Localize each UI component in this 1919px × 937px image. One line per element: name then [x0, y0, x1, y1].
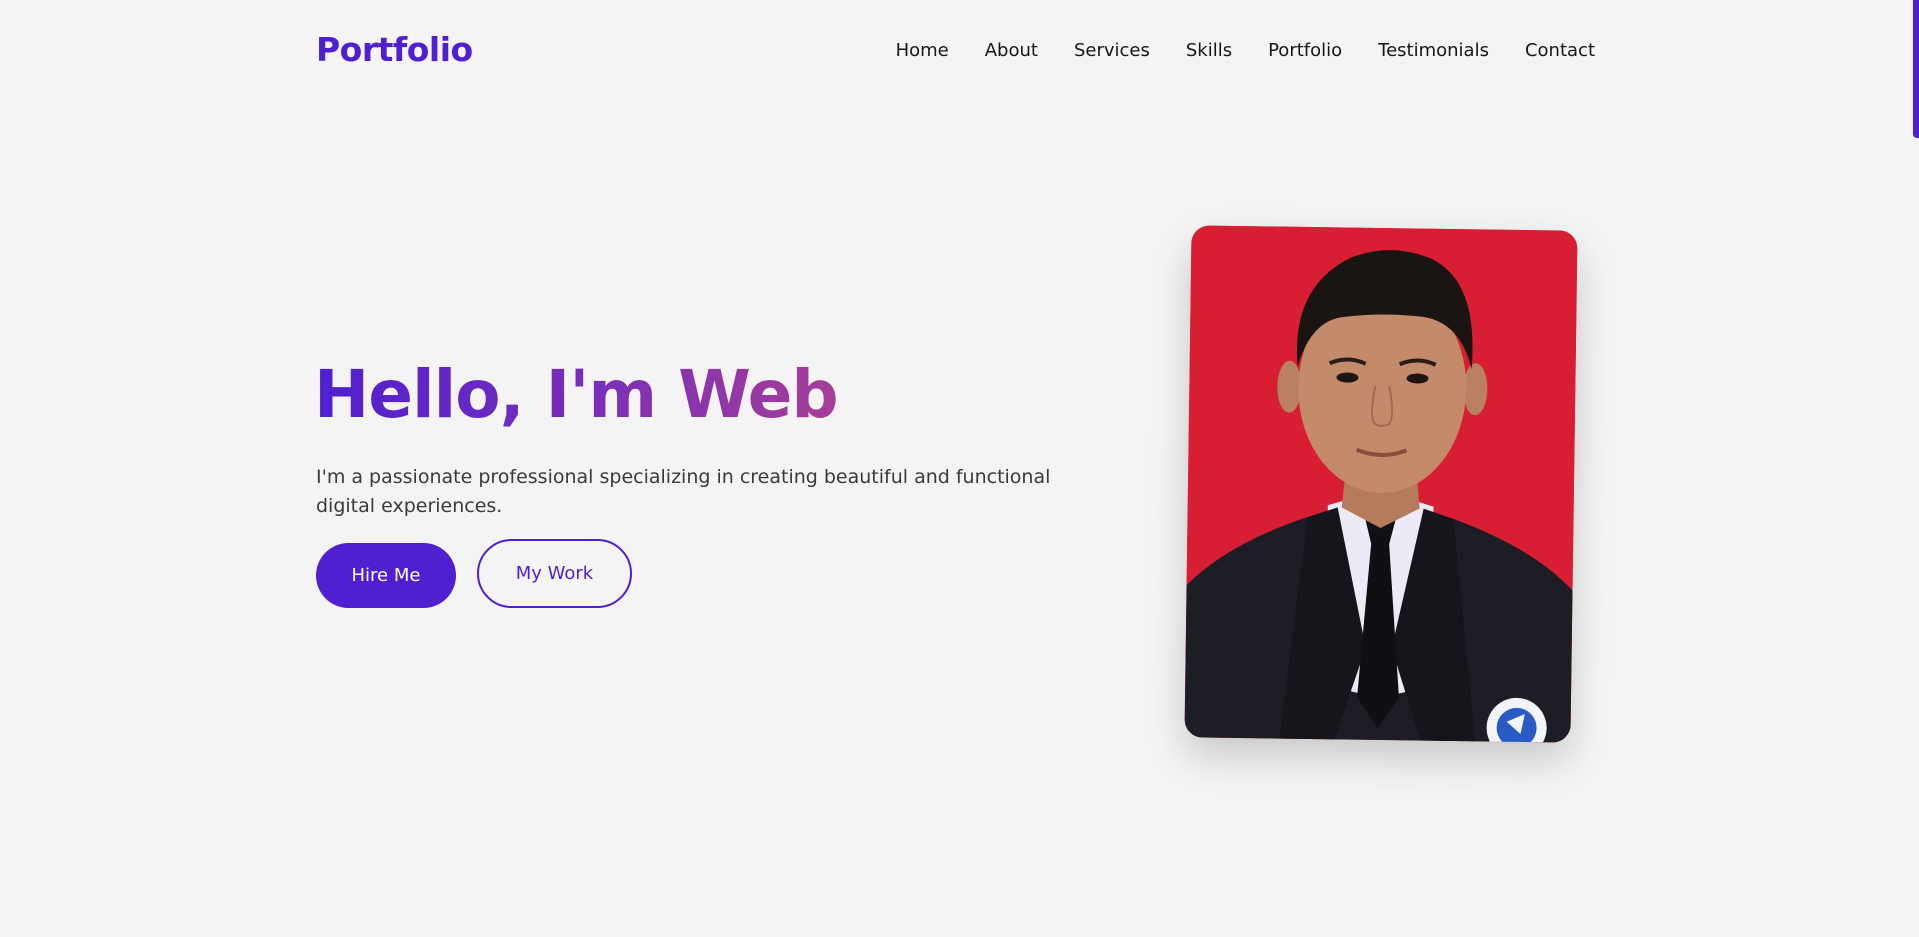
profile-photo [1184, 225, 1578, 743]
hero-description: I'm a passionate professional specializi… [316, 466, 1051, 517]
nav-testimonials[interactable]: Testimonials [1378, 40, 1489, 61]
nav-home[interactable]: Home [896, 40, 949, 61]
hire-me-button[interactable]: Hire Me [316, 543, 456, 608]
my-work-button[interactable]: My Work [477, 539, 632, 608]
hero-title: Hello, I'm Web [314, 356, 839, 433]
nav-portfolio[interactable]: Portfolio [1268, 40, 1342, 61]
nav-skills[interactable]: Skills [1186, 40, 1232, 61]
main-nav: Home About Services Skills Portfolio Tes… [896, 40, 1595, 61]
nav-contact[interactable]: Contact [1525, 40, 1595, 61]
profile-photo-illustration [1184, 225, 1578, 743]
logo[interactable]: Portfolio [316, 30, 473, 69]
nav-about[interactable]: About [985, 40, 1038, 61]
nav-services[interactable]: Services [1074, 40, 1150, 61]
page: Portfolio Home About Services Skills Por… [0, 0, 1919, 937]
scroll-indicator[interactable] [1913, 0, 1919, 138]
